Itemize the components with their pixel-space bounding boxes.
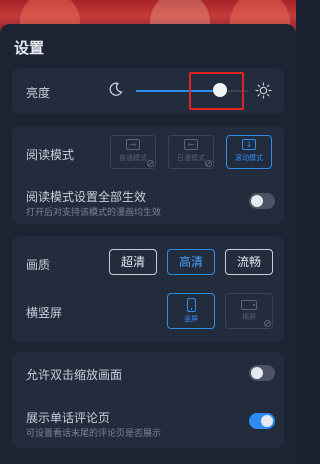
disabled-icon: [205, 160, 212, 167]
quality-label: 画质: [26, 258, 51, 272]
moon-icon: [109, 82, 123, 96]
arrow-down-icon: ↓: [242, 139, 256, 150]
quality-ultra-button[interactable]: 超清: [109, 249, 157, 275]
toggle-knob: [261, 415, 273, 427]
quality-smooth-button[interactable]: 流畅: [225, 249, 273, 275]
highlight-annotation-box: [189, 72, 244, 110]
reading-mode-manga-button[interactable]: ← 日漫模式: [168, 135, 214, 169]
reading-mode-label: 阅读模式: [26, 148, 75, 162]
apply-all-toggle[interactable]: [249, 193, 275, 209]
episode-comments-label: 展示单话评论页: [26, 411, 111, 425]
toggle-knob: [251, 367, 263, 379]
reading-mode-scroll-label: 滚动模式: [235, 154, 263, 162]
arrow-left-icon: ←: [184, 139, 198, 150]
phone-landscape-icon: [241, 300, 257, 310]
disabled-icon: [264, 320, 271, 327]
double-tap-zoom-label: 允许双击缩放画面: [26, 368, 123, 382]
quality-high-button[interactable]: 高清: [167, 249, 215, 275]
reading-mode-manga-label: 日漫模式: [177, 154, 205, 162]
toggle-knob: [251, 195, 263, 207]
brightness-label: 亮度: [26, 86, 51, 100]
orientation-label: 横竖屏: [26, 306, 63, 320]
double-tap-zoom-toggle[interactable]: [249, 365, 275, 381]
reading-mode-normal-label: 普通模式: [119, 154, 147, 162]
phone-portrait-icon: [186, 298, 196, 312]
orientation-portrait-label: 竖屏: [184, 315, 198, 323]
episode-comments-toggle[interactable]: [249, 413, 275, 429]
orientation-portrait-button[interactable]: 竖屏: [167, 293, 215, 329]
sun-icon: [255, 82, 272, 99]
apply-all-label: 阅读模式设置全部生效: [26, 190, 147, 204]
orientation-landscape-label: 横屏: [242, 313, 256, 321]
disabled-icon: [147, 160, 154, 167]
episode-comments-hint: 可设置看话末尾的评论页是否展示: [26, 429, 162, 439]
panel-title: 设置: [14, 39, 45, 57]
arrow-right-icon: →: [126, 139, 140, 150]
apply-all-hint: 打开后对支持该模式的漫画均生效: [26, 208, 162, 218]
reading-mode-scroll-button[interactable]: ↓ 滚动模式: [226, 135, 272, 169]
orientation-landscape-button[interactable]: 横屏: [225, 293, 273, 329]
reading-mode-normal-button[interactable]: → 普通模式: [110, 135, 156, 169]
